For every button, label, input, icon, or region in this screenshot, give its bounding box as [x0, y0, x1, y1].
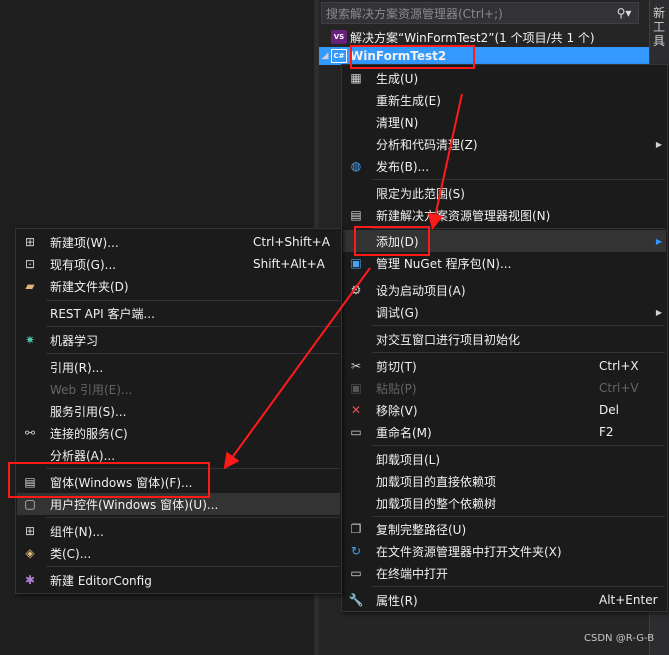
arrow-to-form [223, 267, 371, 470]
annotation-arrows [223, 93, 463, 470]
arrow-to-add [427, 93, 463, 230]
watermark: CSDN @R-G-B [584, 633, 655, 644]
